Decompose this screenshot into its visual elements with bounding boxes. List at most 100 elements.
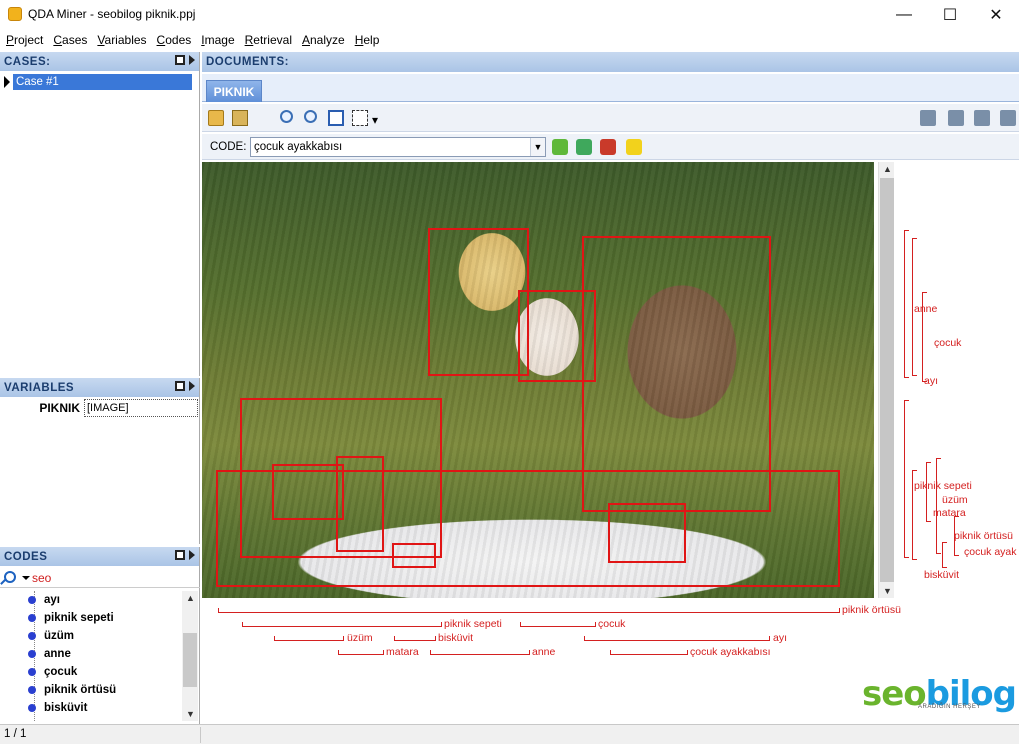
- bottom-label-piknik-ortusu: piknik örtüsü: [842, 604, 901, 616]
- image-scrollbar[interactable]: ▲ ▼: [878, 162, 894, 598]
- zoom-out-icon[interactable]: [304, 110, 317, 123]
- code-item-piknik-ortusu[interactable]: piknik örtüsü: [28, 681, 116, 699]
- code-label: CODE:: [210, 141, 247, 153]
- apply-code-icon[interactable]: [552, 139, 568, 155]
- status-separator: [200, 727, 201, 743]
- hbracket-anne[interactable]: [430, 650, 530, 655]
- hbracket-cocuk[interactable]: [520, 622, 596, 627]
- menu-analyze[interactable]: Analyze: [302, 33, 345, 47]
- menu-retrieval[interactable]: Retrieval: [245, 33, 292, 47]
- code-list-scrollbar[interactable]: ▲ ▼: [182, 591, 198, 721]
- logo-tagline: ARADIĞIN HERŞEY: [918, 704, 981, 710]
- rectangle-select-icon[interactable]: [352, 110, 368, 126]
- comment-icon[interactable]: [626, 139, 642, 155]
- margin-label-cocuk: çocuk: [934, 337, 962, 349]
- hbracket-uzum[interactable]: [274, 636, 344, 641]
- bracket-matara[interactable]: [936, 458, 941, 554]
- camera-icon[interactable]: [948, 110, 964, 126]
- menu-variables[interactable]: Variables: [97, 33, 146, 47]
- region-cocuk-ayakkabisi[interactable]: [608, 503, 686, 563]
- document-image[interactable]: [202, 162, 874, 598]
- tab-piknik[interactable]: PIKNIK: [206, 80, 262, 102]
- scroll-down-icon[interactable]: ▼: [186, 709, 195, 719]
- bottom-label-cocuk: çocuk: [598, 618, 626, 630]
- scroll-down-icon[interactable]: ▼: [883, 586, 892, 596]
- status-bar: 1 / 1: [0, 724, 1019, 744]
- menu-cases[interactable]: Cases: [53, 33, 87, 47]
- cases-expand-icon[interactable]: [189, 55, 195, 65]
- search-dropdown-icon[interactable]: [22, 576, 30, 580]
- select-mode-dropdown-icon[interactable]: ▾: [372, 113, 382, 129]
- hbracket-matara[interactable]: [338, 650, 384, 655]
- remove-code-icon[interactable]: [600, 139, 616, 155]
- variables-expand-icon[interactable]: [189, 381, 195, 391]
- codes-expand-icon[interactable]: [189, 550, 195, 560]
- scroll-up-icon[interactable]: ▲: [883, 164, 892, 174]
- menu-image[interactable]: Image: [201, 33, 234, 47]
- region-anne[interactable]: [428, 228, 529, 376]
- scroll-up-icon[interactable]: ▲: [186, 593, 195, 603]
- zoom-in-icon[interactable]: [280, 110, 293, 123]
- logo-seo: seo: [862, 674, 927, 714]
- document-tab-strip: [202, 74, 1019, 102]
- scroll-thumb[interactable]: [183, 633, 197, 687]
- hbracket-ayi[interactable]: [584, 636, 770, 641]
- menu-codes[interactable]: Codes: [157, 33, 192, 47]
- hbracket-piknik-ortusu[interactable]: [218, 608, 840, 613]
- save-icon[interactable]: [974, 110, 990, 126]
- bracket-anne[interactable]: [904, 230, 909, 378]
- cases-restore-icon[interactable]: [175, 55, 185, 65]
- codes-restore-icon[interactable]: [175, 550, 185, 560]
- variables-restore-icon[interactable]: [175, 381, 185, 391]
- title-bar: QDA Miner - seobilog piknik.ppj — ☐ ✕: [0, 0, 1019, 30]
- case-label[interactable]: Case #1: [13, 74, 192, 90]
- menu-project[interactable]: Project: [6, 33, 43, 47]
- print-icon[interactable]: [1000, 110, 1016, 126]
- margin-label-ayi: ayı: [924, 375, 939, 387]
- region-uzum[interactable]: [272, 464, 344, 520]
- margin-label-anne: anne: [914, 303, 938, 315]
- paste-icon[interactable]: [232, 110, 248, 126]
- add-code-icon[interactable]: [576, 139, 592, 155]
- codes-header: CODES: [0, 547, 199, 566]
- export-icon[interactable]: [920, 110, 936, 126]
- code-item-uzum[interactable]: üzüm: [28, 627, 75, 645]
- code-item-label: ayı: [44, 594, 60, 606]
- minimize-button[interactable]: —: [881, 0, 927, 30]
- code-select-chevron-icon[interactable]: ▼: [530, 138, 545, 156]
- fit-to-window-icon[interactable]: [328, 110, 344, 126]
- code-bar: CODE: çocuk ayakkabısı ▼: [202, 134, 1019, 160]
- hbracket-cocuk-ayakkabisi[interactable]: [610, 650, 688, 655]
- bracket-uzum[interactable]: [926, 462, 931, 522]
- search-icon[interactable]: [4, 571, 16, 583]
- bottom-label-biskuvit: bisküvit: [438, 632, 474, 644]
- open-folder-icon[interactable]: [208, 110, 224, 126]
- code-item-biskuvit[interactable]: bisküvit: [28, 699, 87, 717]
- code-bullet-icon: [28, 650, 36, 658]
- bottom-label-uzum: üzüm: [347, 632, 373, 644]
- code-search-input[interactable]: [32, 570, 196, 586]
- bracket-biskuvit[interactable]: [942, 542, 947, 568]
- bracket-piknik-sepeti[interactable]: [904, 400, 909, 558]
- menu-help[interactable]: Help: [355, 33, 380, 47]
- maximize-button[interactable]: ☐: [927, 0, 973, 30]
- variable-value[interactable]: [IMAGE]: [84, 399, 198, 417]
- case-row[interactable]: Case #1: [4, 74, 192, 90]
- code-item-anne[interactable]: anne: [28, 645, 71, 663]
- hbracket-piknik-sepeti[interactable]: [242, 622, 442, 627]
- region-matara[interactable]: [336, 456, 384, 552]
- scroll-thumb[interactable]: [880, 178, 894, 582]
- code-item-cocuk[interactable]: çocuk: [28, 663, 77, 681]
- right-code-margin: anne çocuk ayı piknik sepeti üzüm matara…: [896, 162, 1019, 598]
- variable-row[interactable]: PIKNIK [IMAGE]: [0, 399, 198, 417]
- code-item-ayi[interactable]: ayı: [28, 591, 60, 609]
- region-biskuvit[interactable]: [392, 543, 436, 568]
- region-cocuk[interactable]: [518, 290, 596, 382]
- hbracket-biskuvit[interactable]: [394, 636, 436, 641]
- bottom-label-cocuk-ayakkabisi: çocuk ayakkabısı: [690, 646, 771, 658]
- variables-header-title: VARIABLES: [4, 381, 75, 394]
- close-button[interactable]: ✕: [973, 0, 1019, 30]
- code-item-label: üzüm: [44, 630, 75, 642]
- code-item-piknik-sepeti[interactable]: piknik sepeti: [28, 609, 114, 627]
- code-select[interactable]: çocuk ayakkabısı: [250, 137, 546, 157]
